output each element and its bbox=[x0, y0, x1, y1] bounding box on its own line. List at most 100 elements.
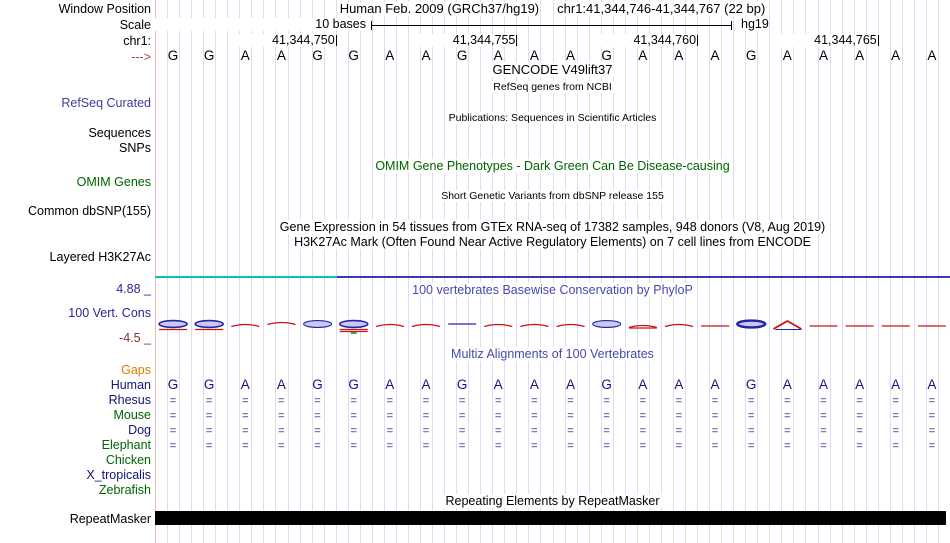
base-letter: A bbox=[529, 48, 539, 63]
align-mark: = bbox=[242, 425, 249, 437]
h3k27ac-track-label[interactable]: Layered H3K27Ac bbox=[0, 250, 151, 264]
align-mark: = bbox=[278, 440, 285, 452]
wiggle-mark bbox=[556, 323, 585, 328]
align-mark: = bbox=[314, 410, 321, 422]
omim-genes-track-label[interactable]: OMIM Genes bbox=[0, 175, 151, 189]
align-mark: = bbox=[639, 440, 647, 452]
align-mark: = bbox=[242, 395, 249, 407]
align-mark: = bbox=[205, 425, 213, 437]
align-mark: = bbox=[458, 440, 466, 452]
base-letter: G bbox=[745, 48, 757, 63]
base-letter: A bbox=[385, 48, 395, 63]
species-label-x_tropicalis[interactable]: X_tropicalis bbox=[0, 468, 151, 482]
phylop-track-label[interactable]: 100 Vert. Cons bbox=[0, 306, 151, 320]
align-mark: = bbox=[458, 425, 466, 437]
wiggle-mark bbox=[520, 323, 549, 328]
dbsnp-title: Short Genetic Variants from dbSNP releas… bbox=[439, 190, 666, 202]
align-mark: = bbox=[350, 410, 357, 422]
repeatmasker-element-bar[interactable] bbox=[155, 511, 946, 525]
species-label-gaps[interactable]: Gaps bbox=[0, 363, 151, 377]
align-mark: = bbox=[784, 410, 791, 422]
wiggle-mark bbox=[194, 319, 225, 329]
align-mark: = bbox=[314, 425, 321, 437]
aligned-base-letter: A bbox=[529, 377, 539, 392]
window-position-label: Window Position bbox=[0, 2, 151, 16]
aligned-base-letter: G bbox=[203, 377, 215, 392]
refseq-curated-track-label[interactable]: RefSeq Curated bbox=[0, 96, 151, 110]
aligned-base-letter: G bbox=[348, 377, 359, 392]
phylop-title: 100 vertebrates Basewise Conservation by… bbox=[410, 283, 695, 297]
align-mark: = bbox=[169, 440, 177, 452]
wiggle-mark bbox=[158, 319, 188, 329]
ruler-tick-label: 41,344,755 bbox=[415, 34, 516, 47]
align-mark: = bbox=[458, 410, 466, 422]
align-mark: = bbox=[350, 395, 357, 407]
align-mark: = bbox=[928, 425, 936, 437]
aligned-base-letter: A bbox=[891, 377, 901, 392]
species-label-chicken[interactable]: Chicken bbox=[0, 453, 151, 467]
scale-label: Scale bbox=[0, 18, 151, 32]
align-mark: = bbox=[892, 425, 899, 437]
align-mark: = bbox=[675, 410, 683, 422]
base-letter: A bbox=[927, 48, 937, 63]
aligned-base-letter: A bbox=[565, 377, 575, 392]
align-mark: = bbox=[639, 425, 647, 437]
align-mark: = bbox=[639, 395, 647, 407]
align-mark: = bbox=[856, 395, 863, 407]
align-mark: = bbox=[675, 440, 683, 452]
align-mark: = bbox=[567, 410, 574, 422]
align-mark: = bbox=[820, 440, 827, 452]
species-label-elephant[interactable]: Elephant bbox=[0, 438, 151, 452]
wiggle-mark bbox=[411, 323, 441, 328]
align-mark: = bbox=[603, 395, 610, 407]
aligned-base-letter: A bbox=[782, 377, 792, 392]
h3k27ac-signal-line-teal bbox=[155, 276, 337, 278]
align-mark: = bbox=[386, 425, 394, 437]
aligned-base-letter: A bbox=[493, 377, 503, 392]
snps-track-label[interactable]: SNPs bbox=[0, 141, 151, 155]
align-mark: = bbox=[820, 395, 827, 407]
dbsnp-track-label[interactable]: Common dbSNP(155) bbox=[0, 204, 151, 218]
aligned-base-letter: G bbox=[745, 377, 757, 392]
h3k27ac-signal-line-navy bbox=[337, 276, 950, 278]
align-mark: = bbox=[494, 395, 502, 407]
species-label-zebrafish[interactable]: Zebrafish bbox=[0, 483, 151, 497]
align-mark: = bbox=[314, 440, 321, 452]
base-letter: A bbox=[710, 48, 720, 63]
wiggle-mark bbox=[628, 324, 658, 329]
species-label-dog[interactable]: Dog bbox=[0, 423, 151, 437]
align-mark: = bbox=[675, 425, 683, 437]
wiggle-mark bbox=[375, 323, 405, 328]
species-label-rhesus[interactable]: Rhesus bbox=[0, 393, 151, 407]
align-mark: = bbox=[711, 410, 719, 422]
repeatmasker-track-label[interactable]: RepeatMasker bbox=[0, 512, 151, 526]
align-mark: = bbox=[747, 425, 755, 437]
align-mark: = bbox=[711, 425, 719, 437]
phylop-wiggle-track[interactable] bbox=[155, 310, 950, 340]
species-label-mouse[interactable]: Mouse bbox=[0, 408, 151, 422]
phylop-min-value: -4.5 _ bbox=[0, 331, 151, 345]
refseq-subtitle: RefSeq genes from NCBI bbox=[491, 81, 614, 93]
sequences-track-label[interactable]: Sequences bbox=[0, 126, 151, 140]
align-mark: = bbox=[928, 410, 936, 422]
aligned-base-letter: A bbox=[674, 377, 684, 392]
scale-ruler-line bbox=[371, 25, 731, 26]
align-mark: = bbox=[603, 440, 610, 452]
align-mark: = bbox=[278, 410, 285, 422]
base-letter: A bbox=[565, 48, 575, 63]
species-label-human[interactable]: Human bbox=[0, 378, 151, 392]
ruler-tick-label: 41,344,765 bbox=[776, 34, 877, 47]
align-mark: = bbox=[603, 410, 610, 422]
base-letter: A bbox=[855, 48, 865, 63]
align-mark: = bbox=[314, 395, 321, 407]
scale-ruler-tick-left bbox=[371, 21, 372, 30]
align-mark: = bbox=[422, 440, 430, 452]
align-mark: = bbox=[856, 425, 863, 437]
aligned-base-letter: A bbox=[855, 377, 865, 392]
align-mark: = bbox=[169, 395, 177, 407]
align-mark: = bbox=[928, 395, 936, 407]
multiz-title: Multiz Alignments of 100 Vertebrates bbox=[449, 347, 656, 361]
align-mark: = bbox=[820, 425, 827, 437]
align-mark: = bbox=[242, 440, 249, 452]
gtex-title: Gene Expression in 54 tissues from GTEx … bbox=[277, 220, 828, 234]
